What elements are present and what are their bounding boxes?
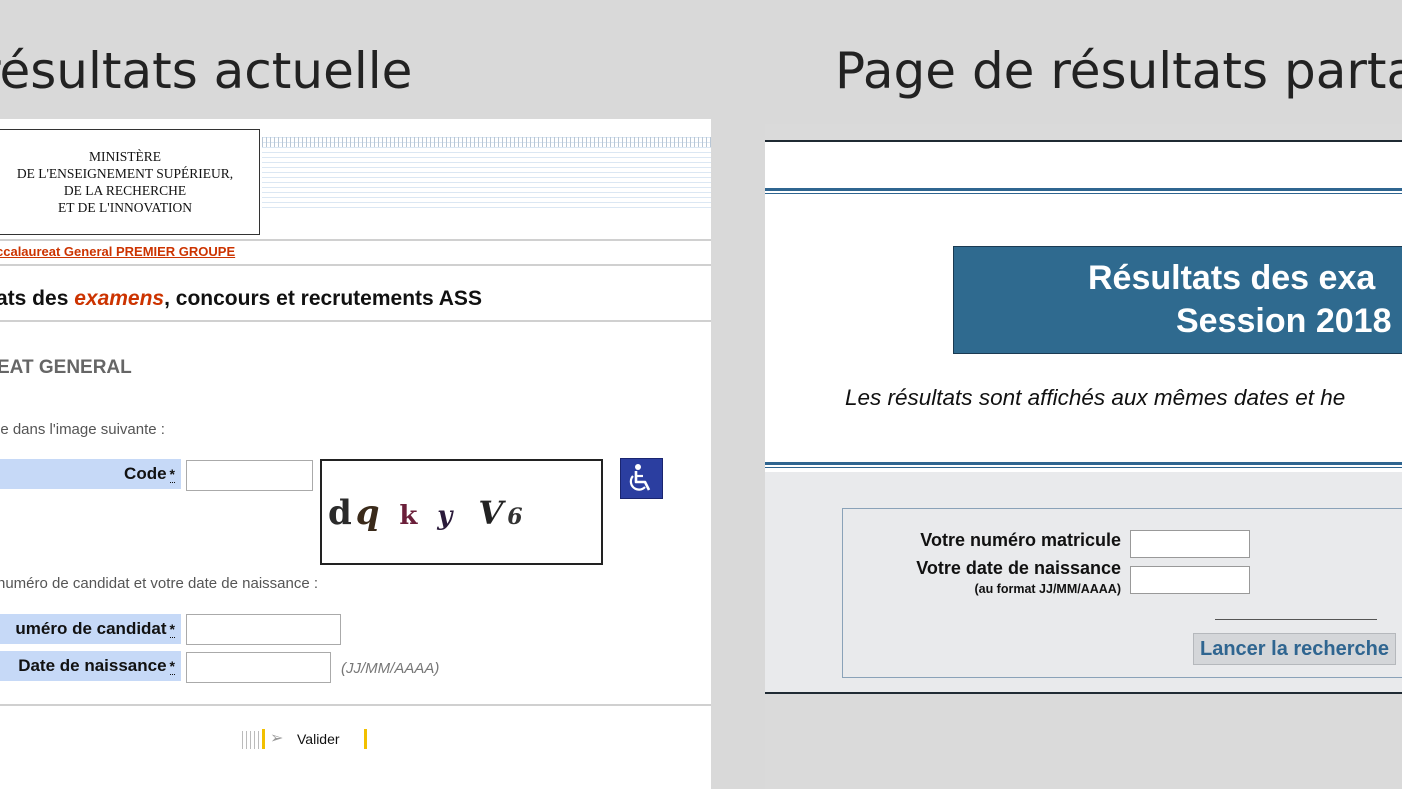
wheelchair-icon xyxy=(629,464,651,491)
candidate-label-text: uméro de candidat xyxy=(15,619,167,638)
validate-decoration xyxy=(364,729,367,749)
validate-decoration xyxy=(242,731,264,749)
captcha-char: 6 xyxy=(507,504,527,530)
required-marker: * xyxy=(169,657,175,675)
validate-button[interactable]: ➢ Valider xyxy=(240,727,380,751)
birthdate-label-text: Date de naissance xyxy=(18,656,167,675)
slide-title-partner: Page de résultats parta xyxy=(835,42,1402,100)
captcha-char: V xyxy=(478,494,508,532)
results-title-banner: Résultats des exa Session 2018 xyxy=(953,246,1402,354)
current-results-page: MINISTÈRE DE L'ENSEIGNEMENT SUPÉRIEUR, D… xyxy=(0,119,711,789)
partner-results-page: Résultats des exa Session 2018 Les résul… xyxy=(765,124,1402,789)
birthdate-input[interactable] xyxy=(186,652,331,683)
results-info-text: Les résultats sont affichés aux mêmes da… xyxy=(845,385,1346,410)
ministry-line: MINISTÈRE xyxy=(89,149,161,164)
header-banner xyxy=(262,137,711,209)
partner-birthdate-input[interactable] xyxy=(1130,566,1250,594)
partner-frame: Résultats des exa Session 2018 Les résul… xyxy=(765,140,1402,694)
required-marker: * xyxy=(169,465,175,483)
code-input[interactable] xyxy=(186,460,313,491)
section-title: EAT GENERAL xyxy=(0,357,132,378)
blue-rule xyxy=(765,188,1402,194)
captcha-image: dq k y V6 xyxy=(320,459,603,565)
date-format-hint: (JJ/MM/AAAA) xyxy=(341,660,440,677)
code-label-text: Code xyxy=(124,464,167,483)
captcha-instruction: le dans l'image suivante : xyxy=(0,421,165,438)
divider xyxy=(0,239,711,241)
slide-title-current: résultats actuelle xyxy=(0,42,413,100)
code-label: Code * xyxy=(0,459,181,489)
ministry-logo: MINISTÈRE DE L'ENSEIGNEMENT SUPÉRIEUR, D… xyxy=(0,129,260,235)
divider xyxy=(1215,619,1377,620)
results-session: Session 2018 xyxy=(1176,302,1392,340)
arrow-right-icon: ➢ xyxy=(270,730,284,747)
candidate-instruction: numéro de candidat et votre date de nais… xyxy=(0,575,319,592)
candidate-number-input[interactable] xyxy=(186,614,341,645)
ministry-line: DE LA RECHERCHE xyxy=(63,183,187,198)
breadcrumb-link[interactable]: ccalaureat General PREMIER GROUPE xyxy=(0,244,235,259)
matricule-input[interactable] xyxy=(1130,530,1250,558)
birthdate-label: Date de naissance * xyxy=(0,651,181,681)
heading-text: ats des xyxy=(0,287,75,310)
matricule-label: Votre numéro matricule xyxy=(920,530,1121,550)
search-form-area: Votre numéro matricule Votre date de nai… xyxy=(765,472,1402,692)
search-button[interactable]: Lancer la recherche xyxy=(1193,633,1396,665)
heading-text: , concours et recrutements ASS xyxy=(164,287,482,310)
captcha-glyphs: dq k y V6 xyxy=(328,493,527,533)
captcha-char: y xyxy=(437,501,457,531)
captcha-char: d xyxy=(328,493,356,533)
page-heading: ats des examens, concours et recrutement… xyxy=(0,287,482,311)
accessibility-button[interactable] xyxy=(620,458,663,499)
birthdate-format-hint: (au format JJ/MM/AAAA) xyxy=(974,582,1121,596)
captcha-char: q xyxy=(355,493,384,533)
validate-decoration xyxy=(262,729,265,749)
header-ruler xyxy=(262,137,711,147)
results-title: Résultats des exa xyxy=(1088,259,1376,297)
validate-label: Valider xyxy=(297,731,340,747)
divider xyxy=(0,320,711,322)
heading-emphasis: examens xyxy=(74,287,165,310)
blue-rule xyxy=(765,462,1402,468)
divider xyxy=(0,704,711,706)
candidate-label: uméro de candidat * xyxy=(0,614,181,644)
ministry-line: ET DE L'INNOVATION xyxy=(58,200,192,215)
ministry-line: DE L'ENSEIGNEMENT SUPÉRIEUR, xyxy=(16,166,234,181)
search-form: Votre numéro matricule Votre date de nai… xyxy=(842,508,1402,678)
captcha-char: k xyxy=(399,501,422,531)
divider xyxy=(0,264,711,266)
partner-birthdate-label: Votre date de naissance xyxy=(916,558,1121,578)
required-marker: * xyxy=(169,620,175,638)
